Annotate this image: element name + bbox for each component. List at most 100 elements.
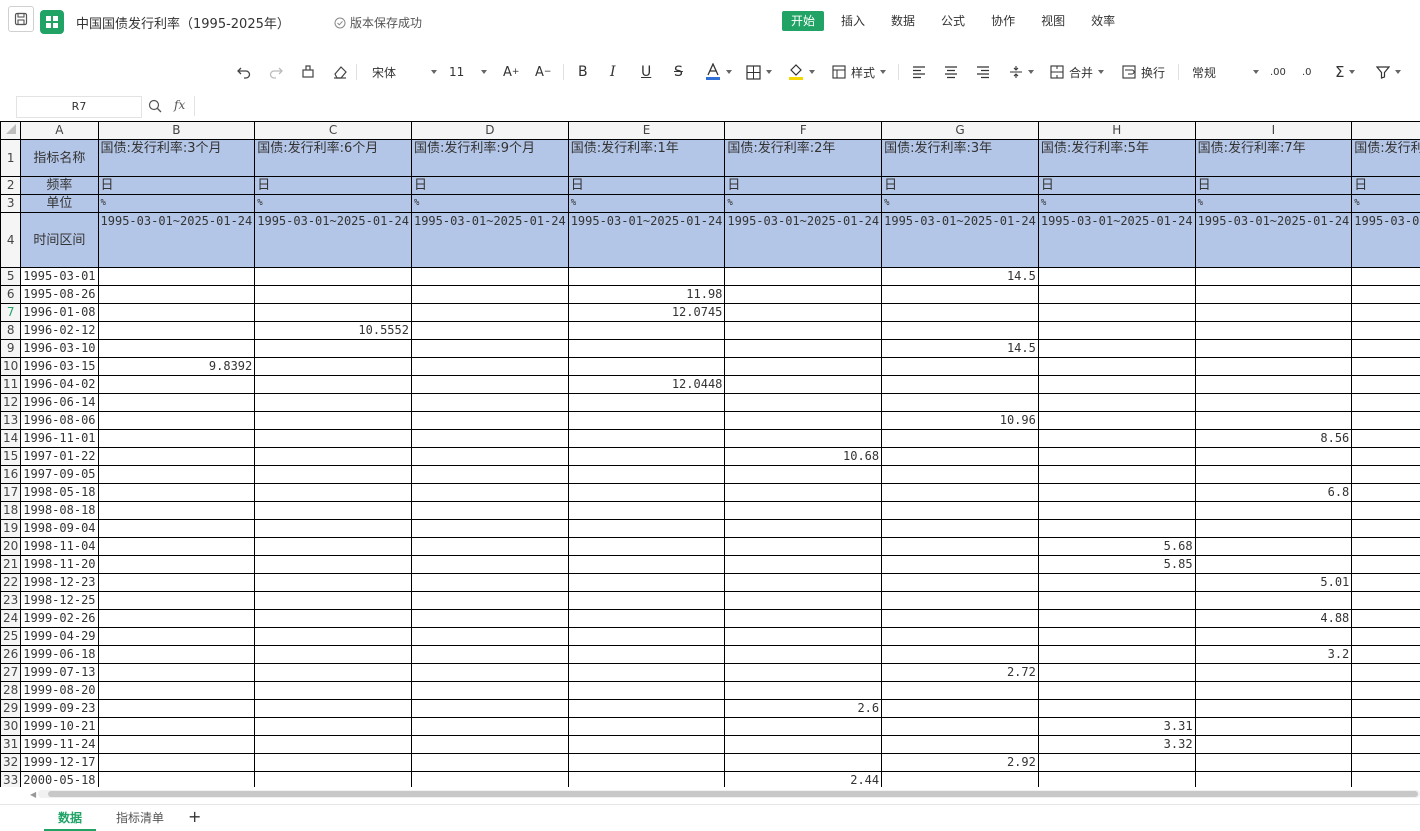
value-cell[interactable] <box>1195 718 1352 736</box>
row-header[interactable]: 16 <box>1 466 21 484</box>
value-cell[interactable]: 2.44 <box>725 772 882 788</box>
row-header[interactable]: 26 <box>1 646 21 664</box>
date-cell[interactable]: 1999-08-20 <box>21 682 98 700</box>
row-header[interactable]: 4 <box>1 213 21 268</box>
date-cell[interactable]: 1995-08-26 <box>21 286 98 304</box>
increase-decimal-icon[interactable]: .00 <box>1270 58 1286 86</box>
value-cell[interactable] <box>255 682 412 700</box>
value-cell[interactable] <box>255 736 412 754</box>
value-cell[interactable] <box>98 304 255 322</box>
value-cell[interactable] <box>725 556 882 574</box>
value-cell[interactable] <box>1352 592 1420 610</box>
date-cell[interactable]: 1999-10-21 <box>21 718 98 736</box>
value-cell[interactable] <box>568 718 725 736</box>
value-cell[interactable] <box>98 520 255 538</box>
value-cell[interactable] <box>1038 520 1195 538</box>
value-cell[interactable] <box>882 520 1039 538</box>
row-header[interactable]: 21 <box>1 556 21 574</box>
value-cell[interactable] <box>725 502 882 520</box>
value-cell[interactable] <box>255 286 412 304</box>
value-cell[interactable] <box>1195 592 1352 610</box>
value-cell[interactable] <box>1038 502 1195 520</box>
value-cell[interactable] <box>411 268 568 286</box>
value-cell[interactable] <box>1352 754 1420 772</box>
date-cell[interactable]: 1998-12-23 <box>21 574 98 592</box>
value-cell[interactable] <box>1038 304 1195 322</box>
period-cell[interactable]: 1995-03-01~2025-01-24 <box>725 213 882 268</box>
row-header[interactable]: 6 <box>1 286 21 304</box>
zoom-icon[interactable] <box>148 99 162 116</box>
date-cell[interactable]: 1996-02-12 <box>21 322 98 340</box>
font-size-select[interactable]: 11 <box>449 58 487 86</box>
align-center-icon[interactable] <box>944 58 958 86</box>
value-cell[interactable] <box>568 592 725 610</box>
value-cell[interactable] <box>725 664 882 682</box>
date-cell[interactable]: 1996-06-14 <box>21 394 98 412</box>
frequency-cell[interactable]: 日 <box>882 177 1039 195</box>
column-header-e[interactable]: E <box>568 122 725 140</box>
value-cell[interactable] <box>882 286 1039 304</box>
row-header[interactable]: 10 <box>1 358 21 376</box>
date-cell[interactable]: 1996-04-02 <box>21 376 98 394</box>
value-cell[interactable] <box>255 412 412 430</box>
period-cell[interactable]: 1995-03-01~2025-01-24 <box>882 213 1039 268</box>
undo-icon[interactable] <box>236 58 252 86</box>
eraser-icon[interactable] <box>332 58 348 86</box>
strikethrough-icon[interactable]: S <box>674 58 683 86</box>
value-cell[interactable]: 2.92 <box>882 754 1039 772</box>
value-cell[interactable] <box>568 772 725 788</box>
value-cell[interactable]: 3.2 <box>1195 646 1352 664</box>
value-cell[interactable] <box>1352 664 1420 682</box>
value-cell[interactable] <box>98 322 255 340</box>
value-cell[interactable] <box>255 268 412 286</box>
value-cell[interactable] <box>568 736 725 754</box>
column-header-c[interactable]: C <box>255 122 412 140</box>
style-button[interactable]: 样式 <box>832 58 886 86</box>
value-cell[interactable] <box>1038 592 1195 610</box>
date-cell[interactable]: 1997-09-05 <box>21 466 98 484</box>
sum-icon[interactable]: Σ <box>1335 58 1355 86</box>
date-cell[interactable]: 1996-03-10 <box>21 340 98 358</box>
align-left-icon[interactable] <box>912 58 926 86</box>
value-cell[interactable] <box>725 268 882 286</box>
row-header[interactable]: 19 <box>1 520 21 538</box>
value-cell[interactable] <box>725 736 882 754</box>
value-cell[interactable] <box>255 628 412 646</box>
value-cell[interactable]: 4.88 <box>1195 610 1352 628</box>
date-cell[interactable]: 1999-07-13 <box>21 664 98 682</box>
value-cell[interactable] <box>255 394 412 412</box>
value-cell[interactable] <box>1195 736 1352 754</box>
value-cell[interactable] <box>1038 610 1195 628</box>
value-cell[interactable] <box>568 322 725 340</box>
value-cell[interactable] <box>255 772 412 788</box>
value-cell[interactable] <box>1352 484 1420 502</box>
value-cell[interactable] <box>98 556 255 574</box>
value-cell[interactable] <box>1195 682 1352 700</box>
frequency-cell[interactable]: 日 <box>411 177 568 195</box>
value-cell[interactable] <box>255 502 412 520</box>
value-cell[interactable] <box>411 538 568 556</box>
format-painter-icon[interactable] <box>300 58 316 86</box>
value-cell[interactable] <box>1352 286 1420 304</box>
align-right-icon[interactable] <box>976 58 990 86</box>
value-cell[interactable]: 14.5 <box>882 268 1039 286</box>
value-cell[interactable] <box>98 592 255 610</box>
value-cell[interactable] <box>882 466 1039 484</box>
value-cell[interactable] <box>411 610 568 628</box>
value-cell[interactable] <box>725 304 882 322</box>
row-header[interactable]: 2 <box>1 177 21 195</box>
period-cell[interactable]: 1995-03-01~2025-01-24 <box>1038 213 1195 268</box>
decrease-font-icon[interactable]: A− <box>535 58 551 86</box>
unit-cell[interactable]: % <box>568 195 725 213</box>
value-cell[interactable] <box>1352 574 1420 592</box>
value-cell[interactable] <box>1352 412 1420 430</box>
value-cell[interactable] <box>411 682 568 700</box>
value-cell[interactable]: 6.8 <box>1195 484 1352 502</box>
value-cell[interactable] <box>255 340 412 358</box>
value-cell[interactable] <box>725 520 882 538</box>
value-cell[interactable] <box>882 448 1039 466</box>
value-cell[interactable]: 2.72 <box>882 664 1039 682</box>
value-cell[interactable] <box>1195 538 1352 556</box>
value-cell[interactable] <box>725 610 882 628</box>
date-cell[interactable]: 1998-05-18 <box>21 484 98 502</box>
